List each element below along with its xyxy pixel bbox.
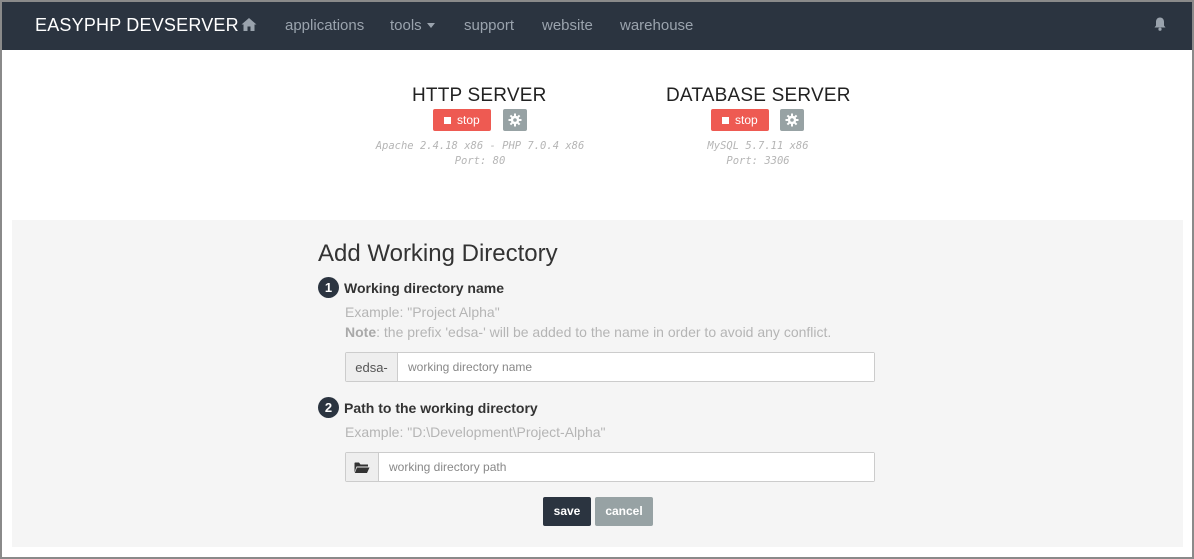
stop-icon [444, 117, 451, 124]
database-server-info: MySQL 5.7.11 x86 Port: 3306 [608, 139, 908, 169]
home-icon[interactable] [240, 16, 258, 34]
http-settings-button[interactable] [503, 109, 527, 131]
directory-name-input-group: edsa- [345, 352, 875, 382]
gear-icon [508, 113, 522, 127]
step-number-badge: 1 [318, 277, 339, 298]
http-stop-label: stop [457, 113, 480, 127]
database-server-block: DATABASE SERVER [666, 85, 851, 107]
nav-website[interactable]: website [542, 17, 593, 34]
add-working-directory-panel: Add Working Directory 1 Working director… [12, 220, 1183, 547]
note-text: : the prefix 'edsa-' will be added to th… [376, 324, 832, 340]
step-1-heading: 1 Working directory name [318, 277, 504, 298]
database-server-port: Port: 3306 [726, 155, 790, 167]
brand-logo[interactable]: EASYPHP DEVSERVER [35, 15, 239, 36]
top-navbar: EASYPHP DEVSERVER applications tools sup… [2, 2, 1192, 50]
directory-path-input[interactable] [379, 453, 874, 481]
app-window: EASYPHP DEVSERVER applications tools sup… [0, 0, 1194, 559]
browse-folder-button[interactable] [346, 453, 379, 481]
directory-name-input[interactable] [398, 353, 874, 381]
http-server-versions: Apache 2.4.18 x86 - PHP 7.0.4 x86 [375, 140, 585, 152]
database-stop-label: stop [735, 113, 758, 127]
step-2-heading: 2 Path to the working directory [318, 397, 538, 418]
nav-applications[interactable]: applications [285, 17, 364, 34]
page-title: Add Working Directory [318, 240, 558, 267]
database-stop-button[interactable]: stop [711, 109, 769, 131]
http-server-block: HTTP SERVER [412, 85, 547, 107]
step-2-example: Example: "D:\Development\Project-Alpha" [345, 424, 606, 440]
save-button[interactable]: save [543, 497, 591, 526]
directory-path-input-group [345, 452, 875, 482]
step-1-label: Working directory name [344, 279, 505, 296]
caret-down-icon [426, 22, 435, 28]
note-label: Note [345, 324, 377, 340]
step-1-note: Note: the prefix 'edsa-' will be added t… [345, 324, 831, 340]
nav-warehouse[interactable]: warehouse [620, 17, 693, 34]
step-1-example: Example: "Project Alpha" [345, 304, 500, 320]
nav-tools-dropdown[interactable]: tools [390, 17, 435, 34]
prefix-addon: edsa- [346, 353, 398, 381]
database-server-title: DATABASE SERVER [666, 85, 851, 106]
nav-tools-label: tools [390, 17, 422, 34]
folder-open-icon [354, 462, 370, 473]
http-stop-button[interactable]: stop [433, 109, 491, 131]
step-2-label: Path to the working directory [344, 399, 538, 416]
stop-icon [722, 117, 729, 124]
database-settings-button[interactable] [780, 109, 804, 131]
http-server-info: Apache 2.4.18 x86 - PHP 7.0.4 x86 Port: … [330, 139, 630, 169]
gear-icon [785, 113, 799, 127]
cancel-button[interactable]: cancel [595, 497, 653, 526]
database-server-versions: MySQL 5.7.11 x86 [707, 140, 809, 152]
bell-icon[interactable] [1152, 16, 1168, 32]
nav-support[interactable]: support [464, 17, 514, 34]
step-number-badge: 2 [318, 397, 339, 418]
http-server-port: Port: 80 [454, 155, 506, 167]
http-server-title: HTTP SERVER [412, 85, 547, 106]
